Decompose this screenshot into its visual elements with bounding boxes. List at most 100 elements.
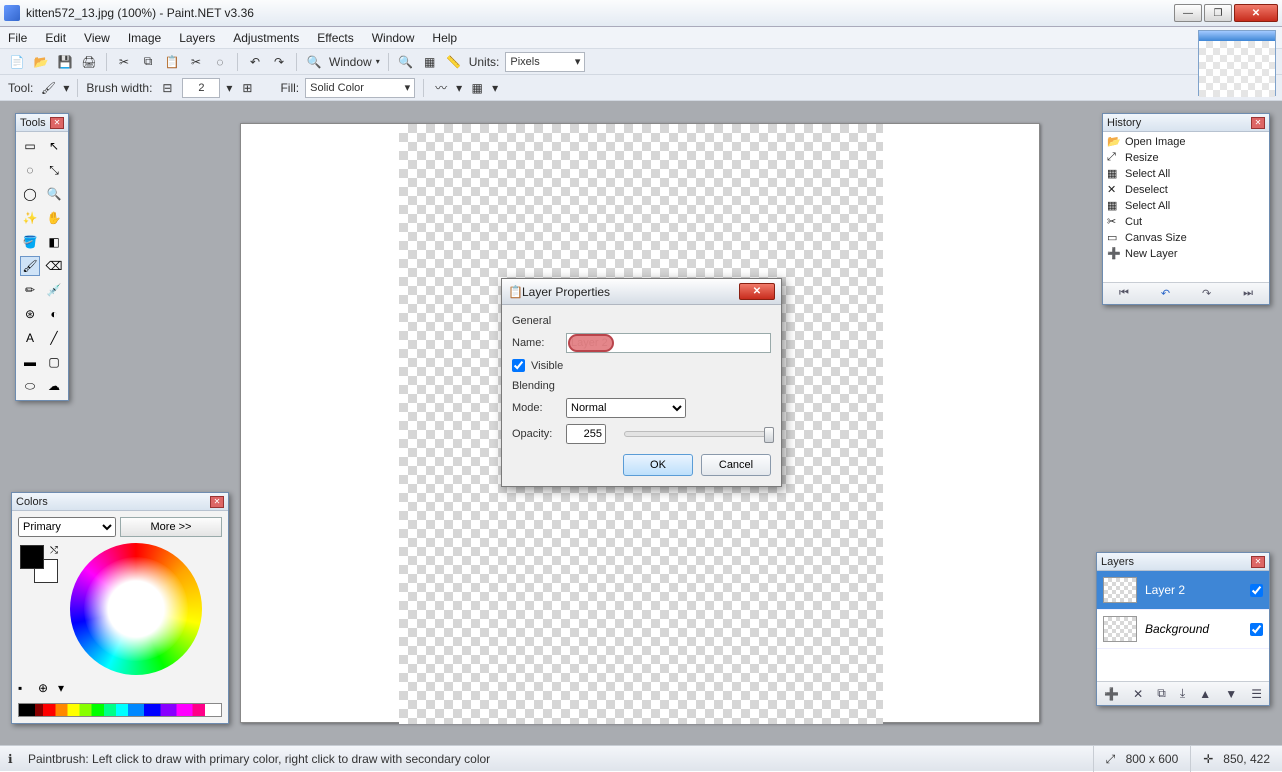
brush-increase-button[interactable]: ⊞ xyxy=(238,79,256,97)
deselect-icon[interactable]: ◌ xyxy=(211,53,229,71)
history-item[interactable]: ➕New Layer xyxy=(1105,246,1267,262)
dialog-close-button[interactable]: ✕ xyxy=(739,283,775,300)
history-undo-icon[interactable]: ↶ xyxy=(1161,287,1170,300)
tool-caret-icon[interactable]: ▾ xyxy=(63,81,69,95)
history-close-icon[interactable]: ✕ xyxy=(1251,117,1265,129)
history-item[interactable]: ▦Select All xyxy=(1105,198,1267,214)
menu-help[interactable]: Help xyxy=(432,31,457,45)
layer-name-input[interactable] xyxy=(566,333,771,353)
layers-list[interactable]: Layer 2Background xyxy=(1097,571,1269,681)
menu-effects[interactable]: Effects xyxy=(317,31,353,45)
brush-decrease-button[interactable]: ⊟ xyxy=(158,79,176,97)
ok-button[interactable]: OK xyxy=(623,454,693,476)
layer-props-icon[interactable]: ☰ xyxy=(1251,687,1262,701)
freeform-tool[interactable]: ☁ xyxy=(44,376,64,396)
layer-row[interactable]: Layer 2 xyxy=(1097,571,1269,610)
merge-layer-icon[interactable]: ⤓ xyxy=(1180,686,1185,701)
history-item[interactable]: ⤢Resize xyxy=(1105,150,1267,166)
history-item[interactable]: ✕Deselect xyxy=(1105,182,1267,198)
close-button[interactable]: ✕ xyxy=(1234,4,1278,22)
add-layer-icon[interactable]: ➕ xyxy=(1104,687,1119,701)
layer-visible-checkbox[interactable] xyxy=(1250,623,1263,636)
color-wheel[interactable] xyxy=(70,543,202,675)
brush-width-field[interactable]: 2 xyxy=(182,78,220,98)
crop-icon[interactable]: ✂ xyxy=(187,53,205,71)
move-selection-tool[interactable]: ⤡ xyxy=(44,160,64,180)
eraser-tool[interactable]: ⌫ xyxy=(44,256,64,276)
menu-file[interactable]: File xyxy=(8,31,27,45)
lasso-tool[interactable]: ◌ xyxy=(20,160,40,180)
layer-down-icon[interactable]: ▼ xyxy=(1225,687,1237,701)
grid-icon[interactable]: ▦ xyxy=(421,53,439,71)
visible-checkbox[interactable] xyxy=(512,359,525,372)
paintbrush-tool[interactable]: 🖌 xyxy=(20,256,40,276)
undo-icon[interactable]: ↶ xyxy=(246,53,264,71)
paint-bucket-tool[interactable]: 🪣 xyxy=(20,232,40,252)
colors-close-icon[interactable]: ✕ xyxy=(210,496,224,508)
opacity-slider[interactable] xyxy=(624,431,771,437)
duplicate-layer-icon[interactable]: ⧉ xyxy=(1157,686,1166,701)
rounded-rect-tool[interactable]: ▢ xyxy=(44,352,64,372)
cancel-button[interactable]: Cancel xyxy=(701,454,771,476)
color-palette[interactable] xyxy=(18,703,222,717)
current-tool-icon[interactable]: 🖌 xyxy=(39,79,57,97)
brush-caret-icon[interactable]: ▾ xyxy=(226,81,232,95)
layers-close-icon[interactable]: ✕ xyxy=(1251,556,1265,568)
move-tool[interactable]: ↖ xyxy=(44,136,64,156)
save-icon[interactable]: 💾 xyxy=(56,53,74,71)
blend-mode-select[interactable]: Normal xyxy=(566,398,686,418)
redo-icon[interactable]: ↷ xyxy=(270,53,288,71)
opacity-input[interactable] xyxy=(566,424,606,444)
units-select[interactable]: Pixels▾ xyxy=(505,52,585,72)
menu-layers[interactable]: Layers xyxy=(179,31,215,45)
pencil-tool[interactable]: ✏ xyxy=(20,280,40,300)
add-color-icon[interactable]: ⊕ xyxy=(38,681,52,695)
delete-layer-icon[interactable]: ✕ xyxy=(1133,687,1143,701)
history-item[interactable]: ▦Select All xyxy=(1105,166,1267,182)
rect-select-tool[interactable]: ▭ xyxy=(20,136,40,156)
color-target-select[interactable]: Primary xyxy=(18,517,116,537)
swap-colors-icon[interactable]: ⤭ xyxy=(50,545,58,556)
minimize-button[interactable]: — xyxy=(1174,4,1202,22)
layer-row[interactable]: Background xyxy=(1097,610,1269,649)
menu-image[interactable]: Image xyxy=(128,31,161,45)
blend-icon[interactable]: ▦ xyxy=(468,79,486,97)
recolor-tool[interactable]: ◐ xyxy=(44,304,64,324)
antialias-icon[interactable]: 〰 xyxy=(432,79,450,97)
layer-up-icon[interactable]: ▲ xyxy=(1199,687,1211,701)
cut-icon[interactable]: ✂ xyxy=(115,53,133,71)
history-item[interactable]: 📂Open Image xyxy=(1105,134,1267,150)
more-button[interactable]: More >> xyxy=(120,517,222,537)
open-icon[interactable]: 📂 xyxy=(32,53,50,71)
pan-tool[interactable]: ✋ xyxy=(44,208,64,228)
navigator-thumbnail[interactable] xyxy=(1198,30,1276,96)
zoom-icon[interactable]: 🔍 xyxy=(305,53,323,71)
paste-icon[interactable]: 📋 xyxy=(163,53,181,71)
history-redo-icon[interactable]: ↷ xyxy=(1202,287,1211,300)
history-first-icon[interactable]: ⏮ xyxy=(1119,287,1129,300)
fill-select[interactable]: Solid Color▾ xyxy=(305,78,415,98)
gradient-tool[interactable]: ◧ xyxy=(44,232,64,252)
history-list[interactable]: 📂Open Image⤢Resize▦Select All✕Deselect▦S… xyxy=(1103,132,1269,282)
rectangle-tool[interactable]: ▬ xyxy=(20,352,40,372)
color-picker-tool[interactable]: 💉 xyxy=(44,280,64,300)
ruler-icon[interactable]: 📏 xyxy=(445,53,463,71)
clone-stamp-tool[interactable]: ⊛ xyxy=(20,304,40,324)
text-tool[interactable]: A xyxy=(20,328,40,348)
magic-wand-tool[interactable]: ✨ xyxy=(20,208,40,228)
menu-adjustments[interactable]: Adjustments xyxy=(233,31,299,45)
primary-color-swatch[interactable] xyxy=(20,545,44,569)
line-tool[interactable]: ╱ xyxy=(44,328,64,348)
tools-close-icon[interactable]: ✕ xyxy=(50,117,64,129)
ellipse-select-tool[interactable]: ◯ xyxy=(20,184,40,204)
history-last-icon[interactable]: ⏭ xyxy=(1243,287,1253,300)
zoom-tool[interactable]: 🔍 xyxy=(44,184,64,204)
new-icon[interactable]: 📄 xyxy=(8,53,26,71)
history-item[interactable]: ✂Cut xyxy=(1105,214,1267,230)
copy-icon[interactable]: ⧉ xyxy=(139,53,157,71)
ellipse-tool[interactable]: ⬭ xyxy=(20,376,40,396)
zoom-tool-icon[interactable]: 🔍 xyxy=(397,53,415,71)
history-item[interactable]: ▭Canvas Size xyxy=(1105,230,1267,246)
color-swatches[interactable]: ⤭ xyxy=(18,543,60,591)
menu-edit[interactable]: Edit xyxy=(45,31,66,45)
